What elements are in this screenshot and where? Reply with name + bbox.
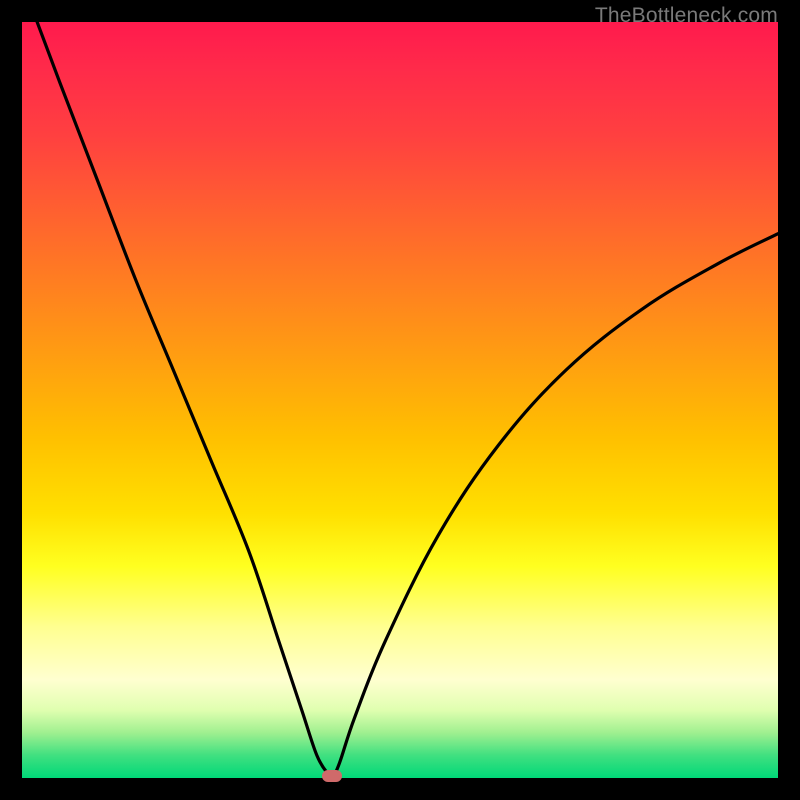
chart-plot-area (22, 22, 778, 778)
watermark-text: TheBottleneck.com (595, 4, 778, 28)
minimum-marker (322, 770, 342, 782)
